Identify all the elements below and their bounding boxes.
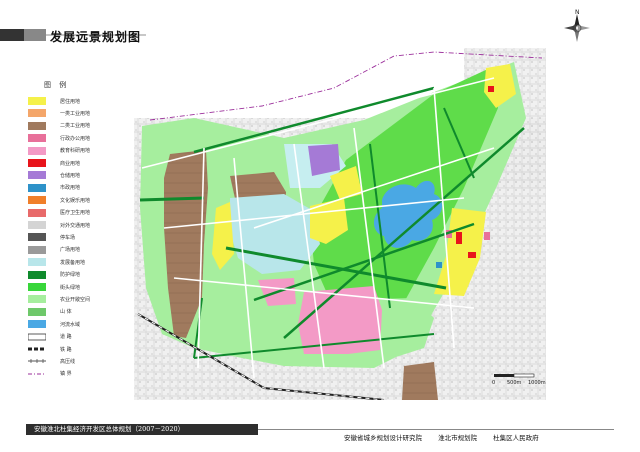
legend-swatch [28,109,46,118]
organization-name: 淮北市规划院 [438,434,478,442]
legend-label: 山 体 [60,309,72,316]
legend-swatch [28,283,46,291]
legend-swatch [28,134,46,143]
legend-swatch [28,333,46,340]
legend-label: 镇 界 [60,371,72,378]
legend-label: 教育科研用地 [60,148,91,155]
legend-swatch [28,258,46,267]
legend-item: 镇 界 [28,369,72,379]
legend-item: 铁 路 [28,344,72,354]
legend-item: 教育科研用地 [28,146,90,156]
legend-swatch [28,373,46,375]
legend-item: 商业用地 [28,158,80,168]
legend-label: 停车场 [60,234,76,241]
legend-label: 市政用地 [60,185,81,192]
legend-item: 文化娱乐用地 [28,195,90,205]
legend-label: 仓储用地 [60,172,81,179]
legend-item: 广场用地 [28,245,80,255]
legend-label: 高压线 [60,358,76,365]
project-title-bar: 安徽淮北杜集经济开发区总体规划（2007－2020） [26,424,258,435]
legend-item: 高压线 [28,356,75,366]
legend-swatch [28,347,46,351]
legend-label: 防护绿地 [60,272,81,279]
legend-label: 发展备用地 [60,259,86,266]
legend-label: 铁 路 [60,346,72,353]
legend-label: 街头绿地 [60,284,81,291]
zone-commercial-3 [488,86,494,92]
zone-industrial-class2-south [402,362,438,400]
map-title: 发展远景规划图 [50,30,142,44]
zone-commercial-1 [456,232,462,244]
legend-item: 二类工业用地 [28,121,90,131]
organization-name: 杜集区人民政府 [493,434,539,442]
legend-item: 市政用地 [28,183,80,193]
legend-item: 停车场 [28,232,75,242]
zone-municipal-1 [436,262,442,268]
legend-title: 图 例 [44,81,70,89]
legend-label: 广场用地 [60,247,81,254]
legend-label: 河流水域 [60,321,81,328]
legend-swatch [28,270,46,279]
legend-item: 山 体 [28,307,72,317]
legend-item: 行政办公用地 [28,133,90,143]
legend-swatch [28,196,46,205]
legend-swatch [28,320,46,329]
north-label: N [575,9,580,16]
legend-swatch [28,233,46,242]
legend-item: 街头绿地 [28,282,80,292]
legend-item: 医疗卫生用地 [28,208,90,218]
legend-swatch [28,359,46,364]
zone-commercial-2 [468,252,476,258]
map-sheet: 发展远景规划图 N 图 例 居住用地一类工业用地 二类工业用地 行政办公用地 教育科研… [0,0,640,452]
scale-label-500: 500m [507,380,522,386]
scale-label-0: 0 [492,380,495,386]
legend-swatch [28,159,46,167]
legend-item: 一类工业用地 [28,108,90,118]
legend-label: 医疗卫生用地 [60,210,91,217]
legend-item: 农业开敞空间 [28,294,90,304]
legend-swatch [28,171,46,180]
legend-item: 仓储用地 [28,170,80,180]
legend-swatch [28,295,46,304]
legend-swatch [28,245,46,254]
legend-item: 居住用地 [28,96,80,106]
legend-swatch [28,208,46,217]
legend-label: 居住用地 [60,98,81,105]
legend-label: 道 路 [60,334,72,341]
zone-admin-2 [484,232,490,240]
scale-label-1000: 1000m [528,380,546,386]
legend-label: 商业用地 [60,160,81,167]
legend-swatch [28,121,46,130]
legend-swatch [28,221,46,229]
legend-swatch [28,183,46,192]
organization-name: 安徽省城乡规划设计研究院 [344,434,422,442]
legend-swatch [28,307,46,316]
legend-item: 发展备用地 [28,257,85,267]
legend-item: 道 路 [28,332,72,342]
legend-item: 对外交通用地 [28,220,90,230]
north-arrow-icon: N [564,9,590,42]
legend-item: 防护绿地 [28,270,80,280]
footer-divider [258,429,614,430]
legend-label: 文化娱乐用地 [60,197,91,204]
legend-label: 行政办公用地 [60,135,91,142]
organizations-credit: 安徽省城乡规划设计研究院 淮北市规划院 杜集区人民政府 [344,432,553,442]
legend-swatch [28,97,46,105]
land-use-plan-map [134,48,546,400]
legend-label: 农业开敞空间 [60,296,91,303]
scale-bar: 0 500m 1000m [492,373,546,386]
legend-label: 对外交通用地 [60,222,91,229]
legend-swatch [28,146,46,155]
legend-label: 一类工业用地 [60,110,91,117]
legend-label: 二类工业用地 [60,123,91,130]
legend-item: 河流水域 [28,319,80,329]
